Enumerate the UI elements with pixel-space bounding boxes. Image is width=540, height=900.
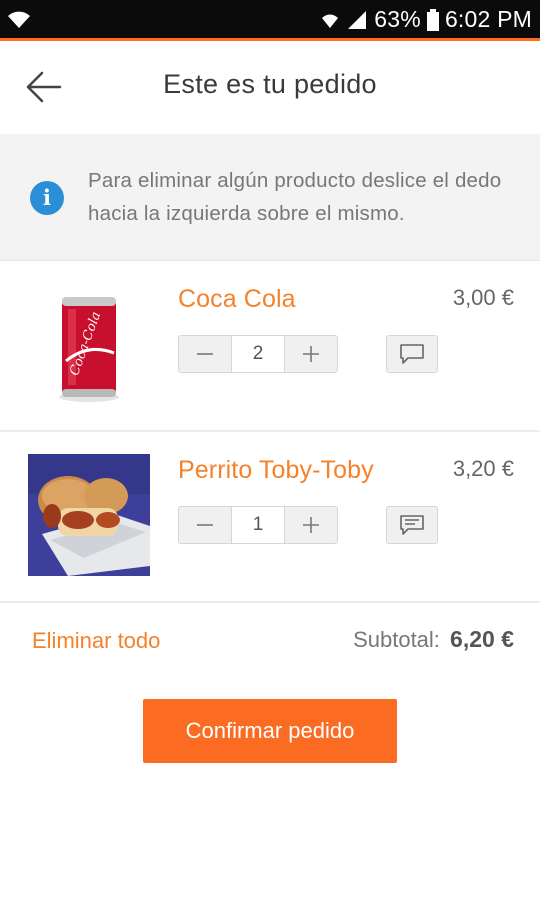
item-name: Coca Cola xyxy=(178,285,296,313)
quantity-stepper: 1 xyxy=(178,506,338,544)
wifi-call-icon xyxy=(320,10,340,30)
order-item[interactable]: Perrito Toby-Toby 3,20 € 1 xyxy=(0,432,540,603)
decrease-button[interactable] xyxy=(179,336,231,372)
subtotal-value: 6,20 € xyxy=(450,626,514,652)
plus-icon xyxy=(303,346,319,362)
subtotal: Subtotal: 6,20 € xyxy=(353,626,514,653)
subtotal-label: Subtotal: xyxy=(353,627,440,652)
comment-button[interactable] xyxy=(386,335,438,373)
comment-filled-button[interactable] xyxy=(386,506,438,544)
battery-icon xyxy=(426,8,439,31)
clock: 6:02 PM xyxy=(444,6,532,32)
info-text: Para eliminar algún producto deslice el … xyxy=(88,169,502,225)
decrease-button[interactable] xyxy=(179,507,231,543)
signal-icon xyxy=(346,10,368,30)
hot-dog-image xyxy=(28,454,150,576)
quantity-value: 1 xyxy=(231,507,285,543)
delete-all-link[interactable]: Eliminar todo xyxy=(32,628,160,654)
quantity-stepper: 2 xyxy=(178,335,338,373)
status-bar: 63% 6:02 PM xyxy=(0,0,540,41)
comment-icon xyxy=(400,344,424,364)
comment-text-icon xyxy=(400,515,424,535)
item-price: 3,20 € xyxy=(452,456,514,481)
item-price: 3,00 € xyxy=(452,285,514,310)
increase-button[interactable] xyxy=(285,336,337,372)
coca-cola-image: Coca-Cola xyxy=(28,283,150,405)
info-banner: i Para eliminar algún producto deslice e… xyxy=(0,134,540,261)
confirm-order-button[interactable]: Confirmar pedido xyxy=(143,699,397,763)
plus-icon xyxy=(303,517,319,533)
order-item[interactable]: Coca-Cola Coca Cola 3,00 € 2 xyxy=(0,261,540,432)
increase-button[interactable] xyxy=(285,507,337,543)
item-name: Perrito Toby-Toby xyxy=(178,456,374,484)
minus-icon xyxy=(197,524,213,526)
minus-icon xyxy=(197,353,213,355)
page-title: Este es tu pedido xyxy=(163,69,377,99)
battery-percent: 63% xyxy=(374,6,421,32)
quantity-value: 2 xyxy=(231,336,285,372)
wifi-icon xyxy=(6,8,32,35)
info-icon: i xyxy=(30,181,64,215)
app-header: Este es tu pedido xyxy=(0,41,540,134)
